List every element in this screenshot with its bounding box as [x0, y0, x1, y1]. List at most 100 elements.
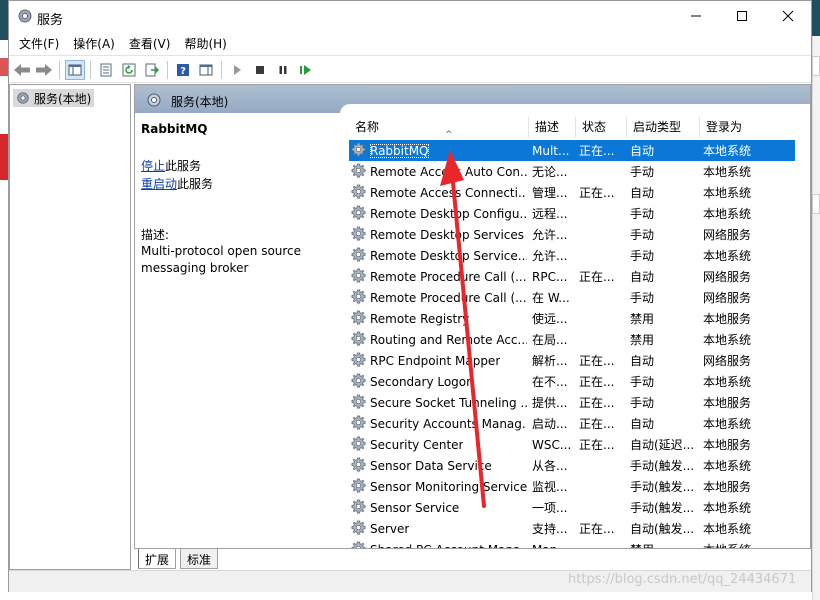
menu-file[interactable]: 文件(F) [13, 34, 65, 54]
restart-service-link[interactable]: 重启动 [141, 177, 177, 191]
svg-text:?: ? [180, 66, 186, 77]
service-name-cell: Remote Procedure Call (... [349, 268, 527, 286]
service-row[interactable]: Remote Procedure Call (... RPC... 正在... 自动 网… [349, 266, 795, 287]
service-row[interactable]: Sensor Service 一项... 手动(触发... 本地系统 [349, 497, 795, 518]
services-gear-icon [17, 92, 29, 104]
service-row[interactable]: Routing and Remote Acc... 在局... 禁用 本地系统 [349, 329, 795, 350]
column-header-startup-type[interactable]: 启动类型 [627, 116, 700, 138]
column-header-status[interactable]: 状态 [576, 116, 627, 138]
service-row[interactable]: Remote Desktop Service... 允许... 手动 本地系统 [349, 245, 795, 266]
service-logon-as: 网络服务 [703, 228, 752, 242]
service-row[interactable]: Secure Socket Tunneling ... 提供... 正在... 手动 本… [349, 392, 795, 413]
services-gear-icon [18, 9, 32, 23]
service-gear-icon [351, 520, 367, 538]
service-status: 正在... [579, 396, 615, 410]
minimize-button[interactable] [673, 1, 719, 31]
service-status: 正在... [579, 375, 615, 389]
help-icon: ? [177, 64, 189, 77]
refresh-icon [122, 63, 136, 77]
tab-extended[interactable]: 扩展 [138, 549, 177, 569]
service-row[interactable]: Remote Access Auto Con... 无论... 手动 本地系统 [349, 161, 795, 182]
service-name: RabbitMQ [370, 143, 429, 158]
service-row[interactable]: Sensor Data Service 从各... 手动(触发... 本地系统 [349, 455, 795, 476]
service-row[interactable]: Security Accounts Manag... 启动... 正在... 自动 本地… [349, 413, 795, 434]
service-name: Secondary Logon [370, 374, 474, 389]
column-header-description[interactable]: 描述 [529, 116, 576, 138]
menu-help[interactable]: 帮助(H) [178, 34, 232, 54]
service-logon-as: 本地系统 [698, 541, 768, 548]
service-logon-as: 本地系统 [703, 501, 752, 515]
services-main-pane: 服务(本地) RabbitMQ 停止此服务 重启动此服务 描述: Multi-p… [134, 84, 811, 549]
maximize-icon [737, 11, 747, 21]
service-row[interactable]: Remote Registry 使远... 禁用 本地服务 [349, 308, 795, 329]
services-list: 名称 ^ 描述 状态 启动类型 登录为 RabbitMQ Mult... 正在...… [340, 104, 810, 548]
service-row[interactable]: Server 支持... 正在... 自动(触发... 本地系统 [349, 518, 795, 539]
service-gear-icon [351, 478, 367, 496]
stop-service-link[interactable]: 停止 [141, 159, 165, 173]
service-row[interactable]: Remote Access Connecti... 管理... 正在... 自动 本地系… [349, 182, 795, 203]
service-row[interactable]: Remote Procedure Call (... 在 W... 手动 网络服务 [349, 287, 795, 308]
service-startup-type: 手动 [630, 207, 655, 221]
service-startup-type: 自动(延迟... [630, 438, 695, 452]
service-name: RPC Endpoint Mapper [370, 353, 501, 368]
main-pane-title: 服务(本地) [171, 95, 229, 109]
service-row[interactable]: Secondary Logon 在不... 正在... 手动 本地系统 [349, 371, 795, 392]
service-row[interactable]: Shared PC Account Mana...Man...禁用本地系统 [349, 539, 795, 548]
service-name: Remote Desktop Configu... [370, 206, 527, 221]
restart-service-action: 重启动此服务 [141, 175, 213, 192]
tree-node-services-local[interactable]: 服务(本地) [13, 89, 95, 107]
column-header-startup-type-label: 启动类型 [633, 120, 682, 134]
forward-button[interactable] [35, 61, 53, 79]
help-button[interactable]: ? [174, 61, 192, 79]
column-header-name[interactable]: 名称 ^ [349, 116, 529, 140]
service-gear-icon [351, 352, 367, 370]
stop-service-button[interactable] [251, 61, 269, 79]
maximize-button[interactable] [719, 1, 765, 31]
service-name: Security Center [370, 437, 464, 452]
service-name: Routing and Remote Acc... [370, 332, 527, 347]
service-row[interactable]: Remote Desktop Services 允许... 手动 网络服务 [349, 224, 795, 245]
service-description: 允许... [532, 228, 568, 242]
close-icon [782, 10, 794, 22]
restart-service-icon [300, 65, 311, 75]
background-window-left-accent [0, 58, 8, 76]
menu-view[interactable]: 查看(V) [123, 34, 177, 54]
service-name: Sensor Data Service [370, 458, 492, 473]
service-name-cell: Sensor Monitoring Service [349, 478, 527, 496]
service-row[interactable]: RabbitMQ Mult... 正在... 自动 本地系统 [349, 140, 795, 161]
console-tree-button[interactable] [65, 60, 85, 80]
service-startup-type: 手动 [630, 249, 655, 263]
column-header-description-label: 描述 [535, 120, 560, 134]
service-logon-as: 本地系统 [703, 333, 752, 347]
service-description: Mult... [532, 143, 570, 158]
service-row[interactable]: Sensor Monitoring Service 监视... 手动(触发... 本地… [349, 476, 795, 497]
export-list-button[interactable] [143, 61, 161, 79]
service-startup-type: 手动 [630, 165, 655, 179]
column-header-logon-as-label: 登录为 [706, 120, 743, 134]
show-action-pane-button[interactable] [197, 61, 215, 79]
service-name-cell: Security Center [349, 436, 527, 454]
service-gear-icon [351, 163, 367, 181]
service-name-cell: Remote Desktop Configu... [349, 205, 527, 223]
properties-button[interactable] [97, 61, 115, 79]
pause-service-button[interactable] [274, 61, 292, 79]
service-row[interactable]: Security Center WSC... 正在... 自动(延迟... 本地服务 [349, 434, 795, 455]
refresh-button[interactable] [120, 61, 138, 79]
close-button[interactable] [765, 1, 811, 31]
menu-action[interactable]: 操作(A) [67, 34, 121, 54]
service-name-cell: Routing and Remote Acc... [349, 331, 527, 349]
service-status: 正在... [579, 144, 615, 158]
column-header-logon-as[interactable]: 登录为 [700, 116, 770, 138]
service-row[interactable]: Remote Desktop Configu... 远程... 手动 本地系统 [349, 203, 795, 224]
service-logon-as: 本地服务 [703, 480, 752, 494]
service-row[interactable]: RPC Endpoint Mapper 解析... 正在... 自动 网络服务 [349, 350, 795, 371]
service-description-pane: RabbitMQ 停止此服务 重启动此服务 描述: Multi-protocol… [135, 113, 340, 548]
service-description: 支持... [532, 522, 568, 536]
stop-service-suffix: 此服务 [165, 159, 202, 173]
tab-standard[interactable]: 标准 [180, 549, 219, 569]
service-startup-type: 自动 [630, 144, 655, 158]
background-window-left [0, 0, 8, 600]
restart-service-button[interactable] [297, 61, 315, 79]
start-service-button[interactable] [228, 61, 246, 79]
back-button[interactable] [13, 61, 31, 79]
